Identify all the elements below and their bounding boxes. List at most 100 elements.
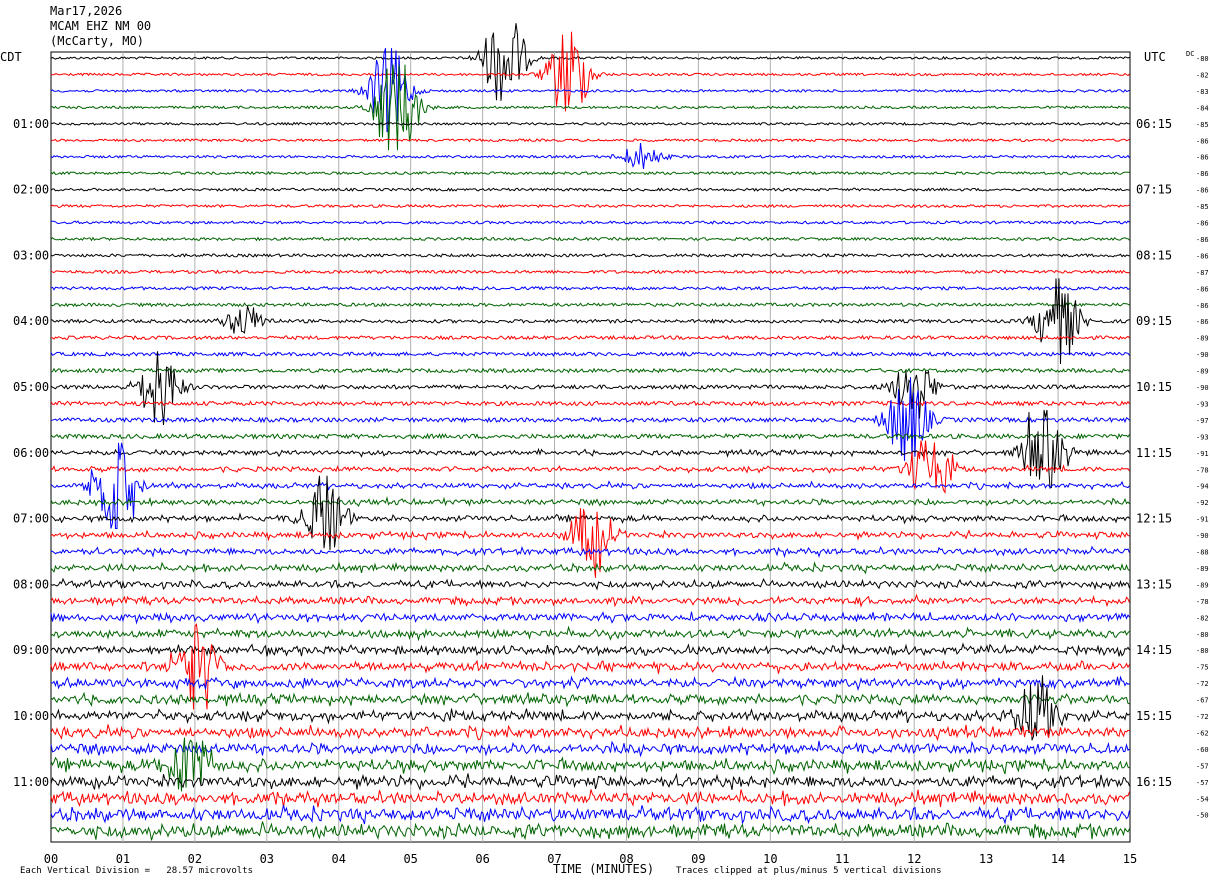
seismic-trace bbox=[50, 740, 1130, 758]
x-tick-label: 05 bbox=[403, 852, 417, 866]
seismic-trace bbox=[50, 23, 1130, 101]
dc-offset-label: -75 bbox=[1196, 664, 1209, 672]
x-tick-label: 01 bbox=[116, 852, 130, 866]
dc-offset-label: -86 bbox=[1196, 252, 1209, 260]
x-tick-label: 03 bbox=[260, 852, 274, 866]
left-hour-label: 11:00 bbox=[13, 775, 49, 789]
dc-offset-label: -86 bbox=[1196, 302, 1209, 310]
right-hour-label: 10:15 bbox=[1136, 380, 1172, 394]
seismic-trace bbox=[50, 593, 1130, 608]
right-hour-label: 15:15 bbox=[1136, 709, 1172, 723]
seismic-trace bbox=[50, 367, 1130, 374]
seismic-trace bbox=[50, 675, 1130, 741]
dc-offset-label: -85 bbox=[1196, 203, 1209, 211]
x-tick-label: 10 bbox=[763, 852, 777, 866]
helicorder-plot: 00 01 02 03 04 05 06 07 08 09 10 11 12 13 14 15-80-82-8… bbox=[13, 23, 1209, 866]
right-hour-label: 06:15 bbox=[1136, 117, 1172, 131]
seismic-trace bbox=[50, 625, 1130, 642]
dc-offset-label: -86 bbox=[1196, 236, 1209, 244]
seismic-trace bbox=[50, 675, 1130, 691]
seismic-trace bbox=[50, 278, 1130, 365]
dc-offset-label: -72 bbox=[1196, 680, 1209, 688]
seismic-trace bbox=[50, 203, 1130, 209]
seismic-trace bbox=[50, 691, 1130, 708]
x-tick-label: 15 bbox=[1123, 852, 1137, 866]
dc-offset-label: -93 bbox=[1196, 433, 1209, 441]
x-axis-label: TIME (MINUTES) bbox=[553, 862, 655, 876]
seismic-trace bbox=[50, 121, 1130, 126]
left-hour-label: 08:00 bbox=[13, 577, 49, 591]
x-tick-label: 00 bbox=[44, 852, 58, 866]
dc-offset-label: -80 bbox=[1196, 631, 1209, 639]
seismic-trace bbox=[50, 351, 1130, 358]
seismic-trace bbox=[50, 432, 1130, 440]
dc-offset-label: -97 bbox=[1196, 417, 1209, 425]
dc-offset-label: -89 bbox=[1196, 368, 1209, 376]
dc-offset-label: -78 bbox=[1196, 598, 1209, 606]
seismic-trace bbox=[50, 334, 1130, 341]
dc-offset-label: -82 bbox=[1196, 71, 1209, 79]
x-tick-label: 04 bbox=[332, 852, 346, 866]
dc-offset-label: -60 bbox=[1196, 746, 1209, 754]
dc-header-label: DC bbox=[1186, 50, 1194, 58]
right-hour-label: 16:15 bbox=[1136, 775, 1172, 789]
dc-offset-label: -86 bbox=[1196, 154, 1209, 162]
plot-frame bbox=[50, 51, 1131, 843]
seismic-trace bbox=[50, 64, 1130, 151]
seismic-trace bbox=[50, 804, 1130, 825]
seismic-trace bbox=[50, 377, 1130, 462]
dc-offset-label: -87 bbox=[1196, 269, 1209, 277]
dc-offset-label: -72 bbox=[1196, 713, 1209, 721]
x-tick-label: 11 bbox=[835, 852, 849, 866]
x-tick-label: 12 bbox=[907, 852, 921, 866]
seismic-trace bbox=[50, 269, 1130, 275]
seismic-trace bbox=[50, 577, 1130, 591]
x-tick-label: 06 bbox=[475, 852, 489, 866]
left-hour-label: 06:00 bbox=[13, 446, 49, 460]
x-tick-label: 02 bbox=[188, 852, 202, 866]
seismic-trace bbox=[50, 170, 1130, 176]
dc-offset-label: -90 bbox=[1196, 532, 1209, 540]
right-hour-label: 11:15 bbox=[1136, 446, 1172, 460]
dc-offset-label: -84 bbox=[1196, 104, 1209, 112]
right-hour-label: 14:15 bbox=[1136, 643, 1172, 657]
dc-offset-label: -90 bbox=[1196, 351, 1209, 359]
left-hour-label: 03:00 bbox=[13, 248, 49, 262]
dc-offset-label: -94 bbox=[1196, 483, 1209, 491]
seismic-trace bbox=[50, 545, 1130, 559]
x-tick-label: 14 bbox=[1051, 852, 1065, 866]
seismic-trace bbox=[50, 442, 1130, 529]
dc-offset-label: -83 bbox=[1196, 88, 1209, 96]
seismic-trace bbox=[50, 351, 1130, 426]
dc-offset-label: -80 bbox=[1196, 647, 1209, 655]
dc-offset-label: -86 bbox=[1196, 220, 1209, 228]
seismic-trace bbox=[50, 623, 1130, 710]
dc-offset-label: -67 bbox=[1196, 697, 1209, 705]
seismic-trace bbox=[50, 252, 1130, 258]
seismic-trace bbox=[50, 772, 1130, 791]
right-hour-label: 12:15 bbox=[1136, 512, 1172, 526]
left-hour-label: 02:00 bbox=[13, 183, 49, 197]
dc-offset-label: -86 bbox=[1196, 137, 1209, 145]
dc-offset-label: -80 bbox=[1196, 55, 1209, 63]
seismic-trace bbox=[50, 31, 1130, 112]
clip-note: Traces clipped at plus/minus 5 vertical … bbox=[676, 866, 942, 876]
dc-offset-label: -89 bbox=[1196, 335, 1209, 343]
seismic-trace bbox=[50, 400, 1130, 407]
right-hour-label: 08:15 bbox=[1136, 248, 1172, 262]
left-hour-label: 04:00 bbox=[13, 314, 49, 328]
seismic-trace bbox=[50, 724, 1130, 742]
seismic-trace bbox=[50, 285, 1130, 291]
dc-offset-label: -91 bbox=[1196, 450, 1209, 458]
seismic-trace bbox=[50, 47, 1130, 133]
dc-offset-label: -89 bbox=[1196, 565, 1209, 573]
seismic-trace bbox=[50, 495, 1130, 508]
dc-offset-label: -57 bbox=[1196, 762, 1209, 770]
seismic-trace bbox=[50, 138, 1130, 143]
dc-offset-label: -62 bbox=[1196, 729, 1209, 737]
seismic-trace bbox=[50, 789, 1130, 808]
dc-offset-label: -57 bbox=[1196, 779, 1209, 787]
seismic-trace bbox=[50, 302, 1130, 308]
seismic-trace bbox=[50, 236, 1130, 242]
dc-offset-label: -54 bbox=[1196, 795, 1209, 803]
